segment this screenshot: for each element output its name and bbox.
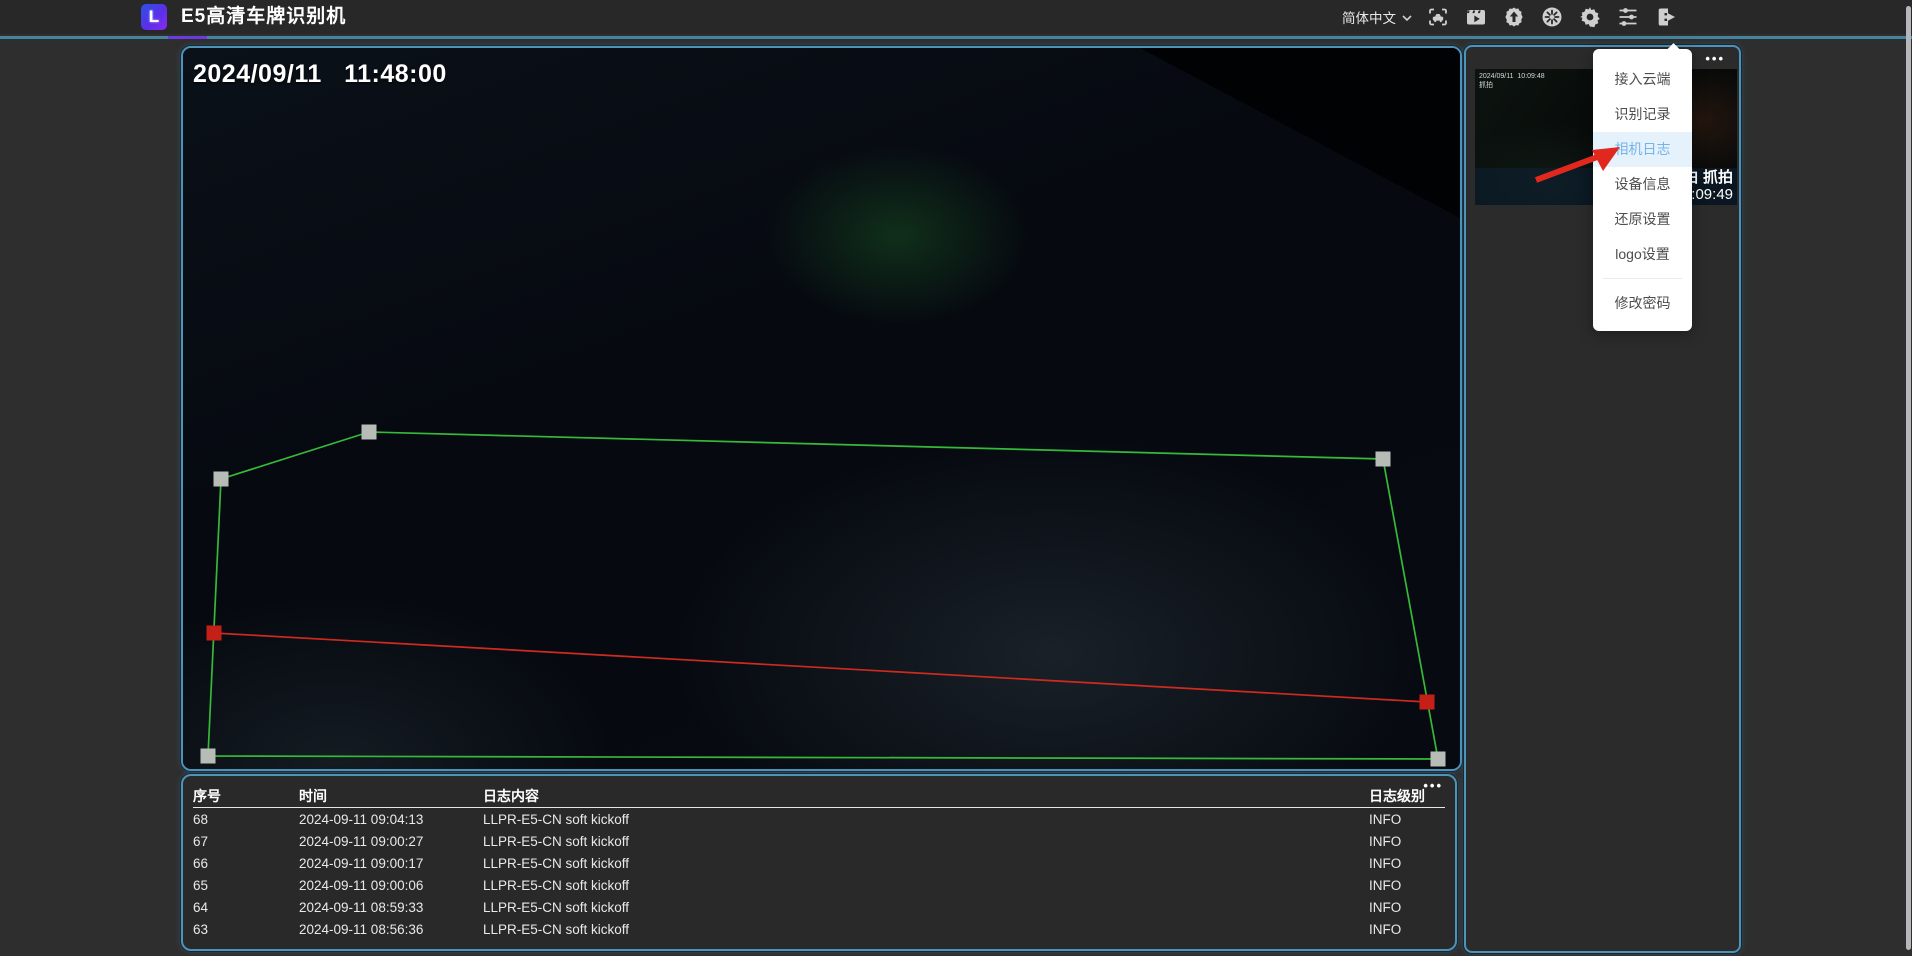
log-time: 2024-09-11 08:56:36 bbox=[299, 922, 483, 937]
more-menu: 接入云端 识别记录 相机日志 设备信息 还原设置 logo设置 修改密码 bbox=[1593, 49, 1692, 331]
roi-handle[interactable] bbox=[1431, 752, 1446, 767]
roi-handle[interactable] bbox=[214, 472, 229, 487]
log-level: INFO bbox=[1369, 856, 1445, 871]
log-level: INFO bbox=[1369, 900, 1445, 915]
language-selector[interactable]: 简体中文 bbox=[1342, 7, 1412, 27]
log-time: 2024-09-11 09:04:13 bbox=[299, 812, 483, 827]
sidebar-more-button[interactable]: ••• bbox=[1705, 52, 1725, 66]
top-bar: L E5高清车牌识别机 简体中文 bbox=[0, 0, 1912, 34]
page: L E5高清车牌识别机 简体中文 bbox=[0, 0, 1912, 956]
header-accent-line bbox=[0, 36, 1912, 39]
log-index: 65 bbox=[193, 878, 299, 893]
log-time: 2024-09-11 09:00:06 bbox=[299, 878, 483, 893]
table-row: 66 2024-09-11 09:00:17 LLPR-E5-CN soft k… bbox=[193, 852, 1445, 874]
detection-polygon[interactable] bbox=[208, 432, 1438, 759]
menu-item-camera-log[interactable]: 相机日志 bbox=[1593, 132, 1692, 167]
chevron-down-icon bbox=[1402, 10, 1412, 25]
accent-progress bbox=[168, 36, 207, 39]
column-header-index: 序号 bbox=[193, 786, 299, 806]
column-header-level: 日志级别 bbox=[1369, 786, 1445, 806]
top-bar-actions: 简体中文 bbox=[1342, 0, 1678, 34]
trip-line[interactable] bbox=[214, 633, 1427, 702]
logout-icon[interactable] bbox=[1654, 5, 1678, 29]
log-level: INFO bbox=[1369, 834, 1445, 849]
menu-item-change-password[interactable]: 修改密码 bbox=[1593, 286, 1692, 321]
log-time: 2024-09-11 09:00:27 bbox=[299, 834, 483, 849]
thumbnail-osd-time: 2024/09/11 10:09:48 bbox=[1479, 73, 1545, 80]
log-content: LLPR-E5-CN soft kickoff bbox=[483, 834, 1369, 849]
menu-item-restore-settings[interactable]: 还原设置 bbox=[1593, 202, 1692, 237]
column-header-content: 日志内容 bbox=[483, 786, 1369, 806]
upgrade-icon[interactable] bbox=[1502, 5, 1526, 29]
roi-handle[interactable] bbox=[201, 749, 216, 764]
log-content: LLPR-E5-CN soft kickoff bbox=[483, 812, 1369, 827]
video-panel[interactable]: 2024/09/11 11:48:00 bbox=[181, 46, 1462, 771]
page-scrollbar[interactable] bbox=[1906, 6, 1911, 950]
table-row: 67 2024-09-11 09:00:27 LLPR-E5-CN soft k… bbox=[193, 830, 1445, 852]
table-row: 65 2024-09-11 09:00:06 LLPR-E5-CN soft k… bbox=[193, 874, 1445, 896]
log-content: LLPR-E5-CN soft kickoff bbox=[483, 878, 1369, 893]
app-logo: L bbox=[141, 4, 167, 30]
menu-item-logo-settings[interactable]: logo设置 bbox=[1593, 237, 1692, 272]
log-index: 68 bbox=[193, 812, 299, 827]
log-index: 67 bbox=[193, 834, 299, 849]
menu-item-device-info[interactable]: 设备信息 bbox=[1593, 167, 1692, 202]
log-level: INFO bbox=[1369, 812, 1445, 827]
roi-overlay bbox=[183, 48, 1460, 769]
settings-gear-icon[interactable] bbox=[1578, 5, 1602, 29]
language-label: 简体中文 bbox=[1342, 7, 1396, 27]
log-index: 63 bbox=[193, 922, 299, 937]
table-row: 68 2024-09-11 09:04:13 LLPR-E5-CN soft k… bbox=[193, 808, 1445, 830]
log-content: LLPR-E5-CN soft kickoff bbox=[483, 900, 1369, 915]
video-timestamp: 2024/09/11 11:48:00 bbox=[193, 60, 447, 89]
menu-item-cloud-access[interactable]: 接入云端 bbox=[1593, 62, 1692, 97]
log-level: INFO bbox=[1369, 878, 1445, 893]
log-time: 2024-09-11 09:00:17 bbox=[299, 856, 483, 871]
menu-divider bbox=[1603, 278, 1682, 279]
menu-item-recognition-records[interactable]: 识别记录 bbox=[1593, 97, 1692, 132]
column-header-time: 时间 bbox=[299, 786, 483, 806]
parameter-sliders-icon[interactable] bbox=[1616, 5, 1640, 29]
trip-line-handle[interactable] bbox=[1420, 695, 1435, 710]
thumbnail-osd-label: 抓拍 bbox=[1479, 82, 1493, 89]
roi-handle[interactable] bbox=[362, 425, 377, 440]
media-icon[interactable] bbox=[1464, 5, 1488, 29]
log-level: INFO bbox=[1369, 922, 1445, 937]
trip-line-handle[interactable] bbox=[207, 626, 222, 641]
roi-handle[interactable] bbox=[1376, 452, 1391, 467]
plate-recognition-icon[interactable] bbox=[1426, 5, 1450, 29]
log-index: 64 bbox=[193, 900, 299, 915]
thumbnail-osd: 2024/09/11 10:09:48 抓拍 bbox=[1479, 72, 1545, 90]
aperture-icon[interactable] bbox=[1540, 5, 1564, 29]
table-row: 63 2024-09-11 08:56:36 LLPR-E5-CN soft k… bbox=[193, 918, 1445, 940]
log-panel: ••• 序号 时间 日志内容 日志级别 68 2024-09-11 09:04:… bbox=[181, 774, 1457, 951]
log-table: 序号 时间 日志内容 日志级别 68 2024-09-11 09:04:13 L… bbox=[193, 784, 1445, 940]
log-content: LLPR-E5-CN soft kickoff bbox=[483, 856, 1369, 871]
table-row: 64 2024-09-11 08:59:33 LLPR-E5-CN soft k… bbox=[193, 896, 1445, 918]
log-time: 2024-09-11 08:59:33 bbox=[299, 900, 483, 915]
log-index: 66 bbox=[193, 856, 299, 871]
log-table-header: 序号 时间 日志内容 日志级别 bbox=[193, 784, 1445, 808]
app-title: E5高清车牌识别机 bbox=[181, 0, 346, 34]
log-content: LLPR-E5-CN soft kickoff bbox=[483, 922, 1369, 937]
